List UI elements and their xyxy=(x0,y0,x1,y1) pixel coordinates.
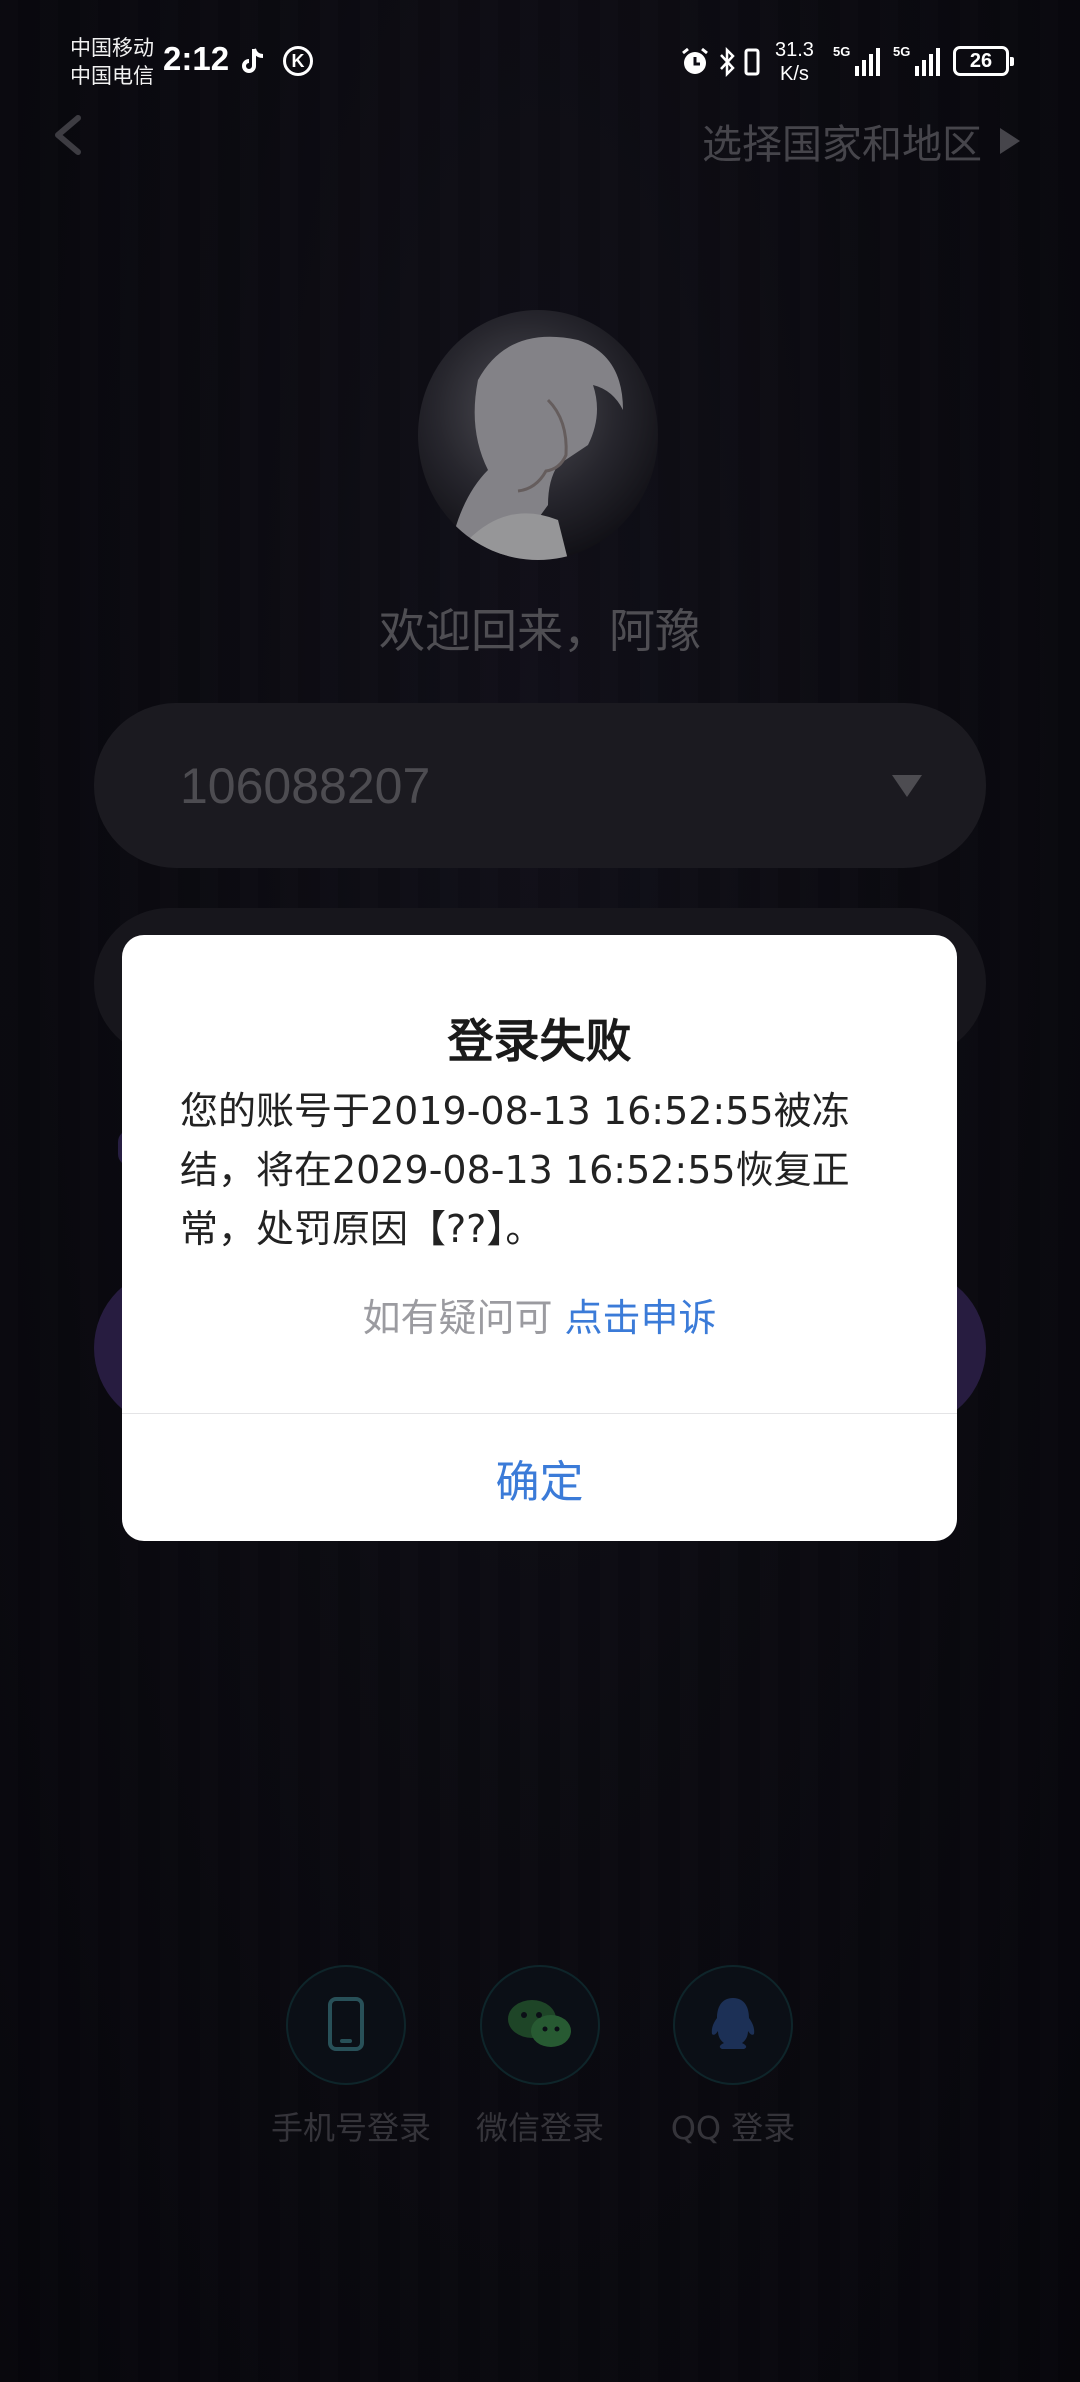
login-failed-dialog: 登录失败 您的账号于2019-08-13 16:52:55被冻结，将在2029-… xyxy=(122,935,957,1541)
net-speed-value: 31.3 xyxy=(775,39,814,61)
carrier-1: 中国移动 xyxy=(70,36,154,60)
bluetooth-icon xyxy=(718,46,736,78)
confirm-button[interactable]: 确定 xyxy=(122,1414,957,1541)
appeal-prefix: 如有疑问可 xyxy=(362,1296,565,1340)
signal-1-tag: 5G xyxy=(833,44,851,59)
battery-level: 26 xyxy=(969,49,993,72)
signal-2-tag: 5G xyxy=(893,44,911,59)
dialog-title: 登录失败 xyxy=(447,1014,632,1068)
signal-icon: 5G xyxy=(833,44,881,76)
appeal-link[interactable]: 点击申诉 xyxy=(565,1296,717,1340)
tiktok-icon xyxy=(240,46,266,78)
status-bar: 中国移动 中国电信 2:12 K 31.3 K/s 5G 5G 26 xyxy=(0,0,1080,120)
dialog-message: 您的账号于2019-08-13 16:52:55被冻结，将在2029-08-13… xyxy=(180,1089,850,1251)
vibrate-icon xyxy=(742,46,762,78)
net-speed: 31.3 K/s xyxy=(775,38,814,86)
carrier-2: 中国电信 xyxy=(70,64,154,88)
k-app-icon: K xyxy=(283,46,313,76)
status-time: 2:12 xyxy=(163,40,230,77)
carrier-info: 中国移动 中国电信 xyxy=(70,34,154,90)
signal-icon: 5G xyxy=(893,44,941,76)
battery-icon: 26 xyxy=(953,46,1014,76)
alarm-icon xyxy=(680,46,710,78)
net-speed-unit: K/s xyxy=(780,63,809,85)
appeal-text: 如有疑问可 点击申诉 xyxy=(122,1287,957,1342)
confirm-label: 确定 xyxy=(495,1456,584,1508)
